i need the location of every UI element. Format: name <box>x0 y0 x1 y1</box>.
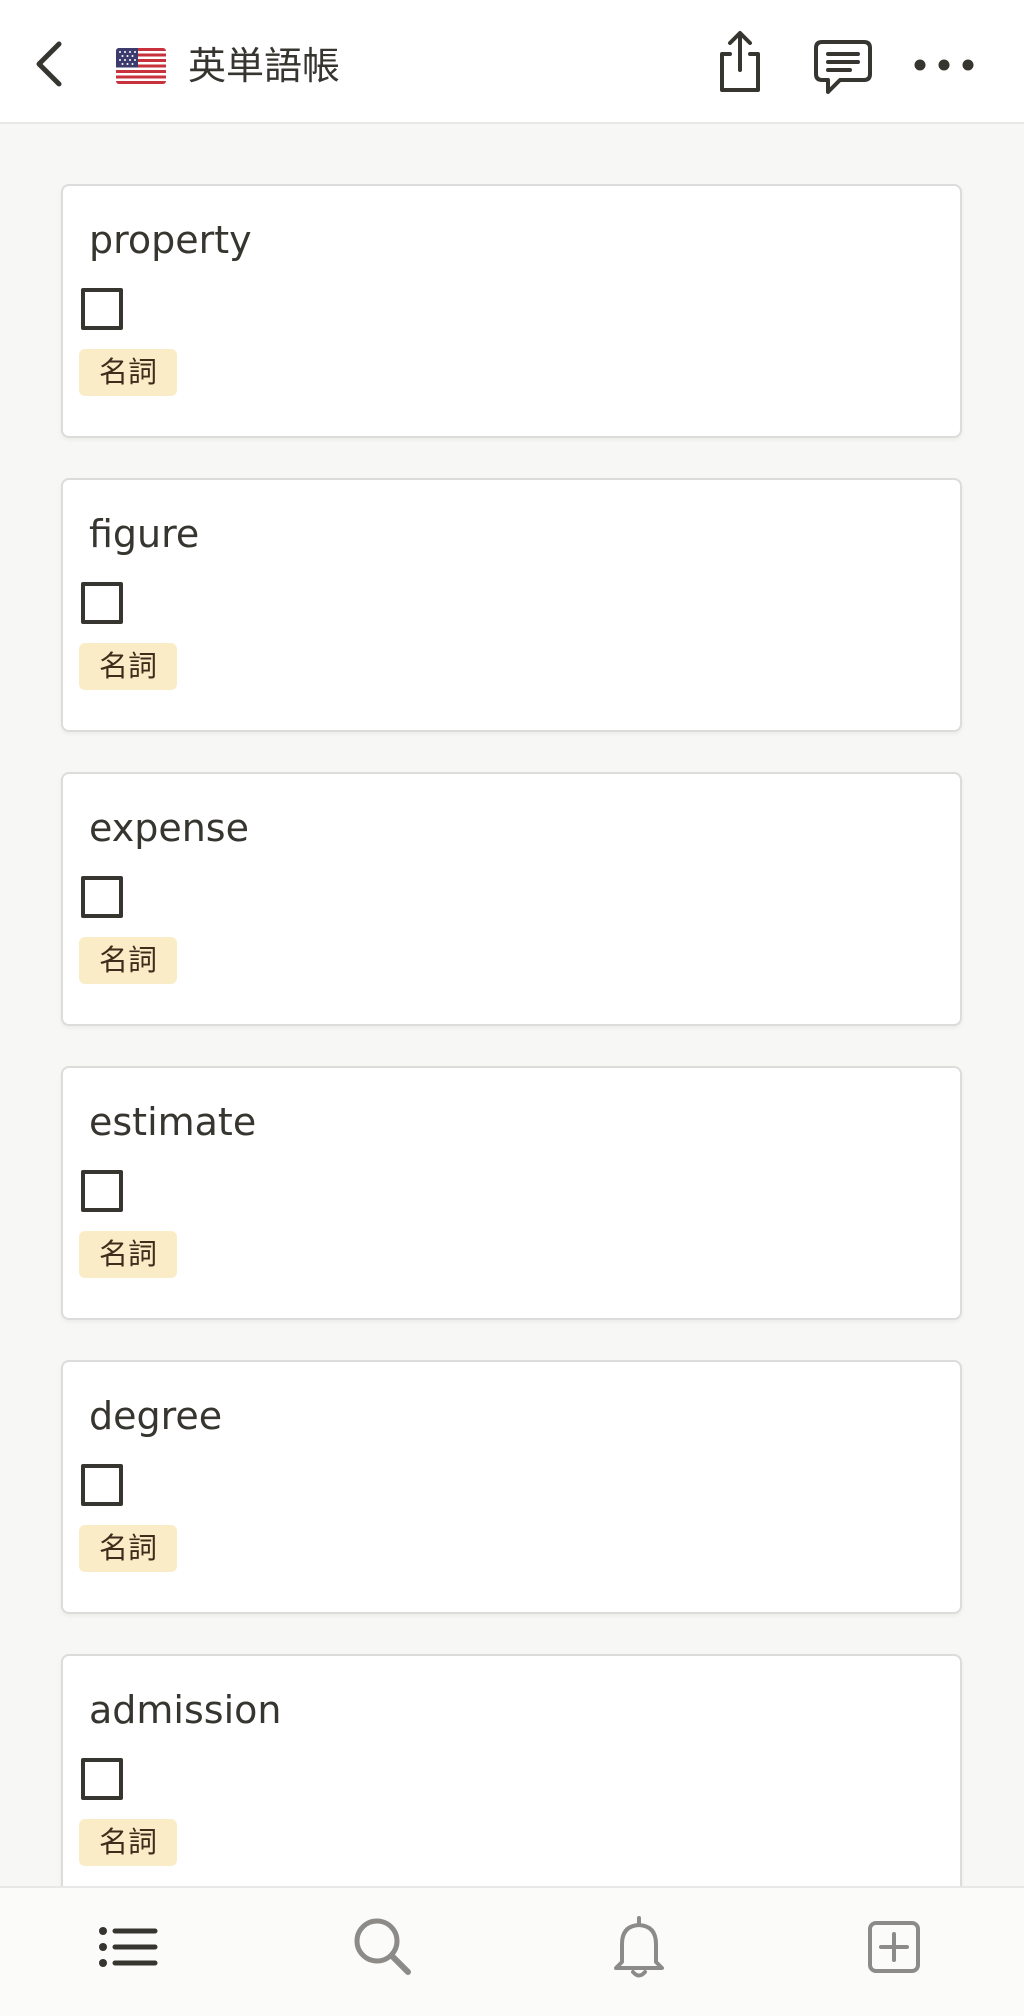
checkbox[interactable] <box>81 582 123 624</box>
share-button[interactable] <box>710 28 770 96</box>
back-button[interactable] <box>26 30 76 94</box>
word-card[interactable]: estimate 名詞 <box>61 1066 962 1320</box>
word-card[interactable]: property 名詞 <box>61 184 962 438</box>
nav-search-button[interactable] <box>348 1912 418 1982</box>
more-icon <box>914 59 974 71</box>
bell-icon <box>614 1916 664 1978</box>
card-list: property 名詞 figure 名詞 expense 名詞 estimat… <box>0 124 1024 1886</box>
word-title: figure <box>89 512 200 556</box>
top-bar: 英単語帳 <box>0 0 1024 124</box>
word-title: estimate <box>89 1100 257 1144</box>
part-of-speech-tag: 名詞 <box>79 643 178 690</box>
part-of-speech-tag: 名詞 <box>79 1525 178 1572</box>
checkbox[interactable] <box>81 1758 123 1800</box>
checkbox[interactable] <box>81 1464 123 1506</box>
comment-icon <box>814 40 872 94</box>
word-card[interactable]: admission 名詞 <box>61 1654 962 1886</box>
share-icon <box>720 31 760 92</box>
part-of-speech-tag: 名詞 <box>79 349 178 396</box>
nav-list-button[interactable] <box>93 1912 163 1982</box>
list-icon <box>99 1927 158 1967</box>
more-options-button[interactable] <box>912 50 976 80</box>
comment-button[interactable] <box>812 38 874 98</box>
nav-new-page-button[interactable] <box>859 1912 929 1982</box>
nav-notifications-button[interactable] <box>604 1912 674 1982</box>
checkbox[interactable] <box>81 876 123 918</box>
word-card[interactable]: degree 名詞 <box>61 1360 962 1614</box>
app-window: 英単語帳 property 名詞 figure 名詞 expense 名詞 es… <box>0 0 1024 2016</box>
word-title: property <box>89 218 252 262</box>
page-title[interactable]: 英単語帳 <box>188 36 340 96</box>
word-title: expense <box>89 806 249 850</box>
part-of-speech-tag: 名詞 <box>79 937 178 984</box>
word-title: degree <box>89 1394 223 1438</box>
bottom-nav <box>0 1886 1024 2016</box>
us-flag-icon <box>116 48 166 84</box>
checkbox[interactable] <box>81 1170 123 1212</box>
part-of-speech-tag: 名詞 <box>79 1231 178 1278</box>
word-title: admission <box>89 1688 282 1732</box>
add-page-icon <box>868 1921 920 1973</box>
word-card[interactable]: expense 名詞 <box>61 772 962 1026</box>
word-card[interactable]: figure 名詞 <box>61 478 962 732</box>
search-icon <box>354 1918 411 1975</box>
checkbox[interactable] <box>81 288 123 330</box>
back-icon <box>36 41 62 87</box>
part-of-speech-tag: 名詞 <box>79 1819 178 1866</box>
